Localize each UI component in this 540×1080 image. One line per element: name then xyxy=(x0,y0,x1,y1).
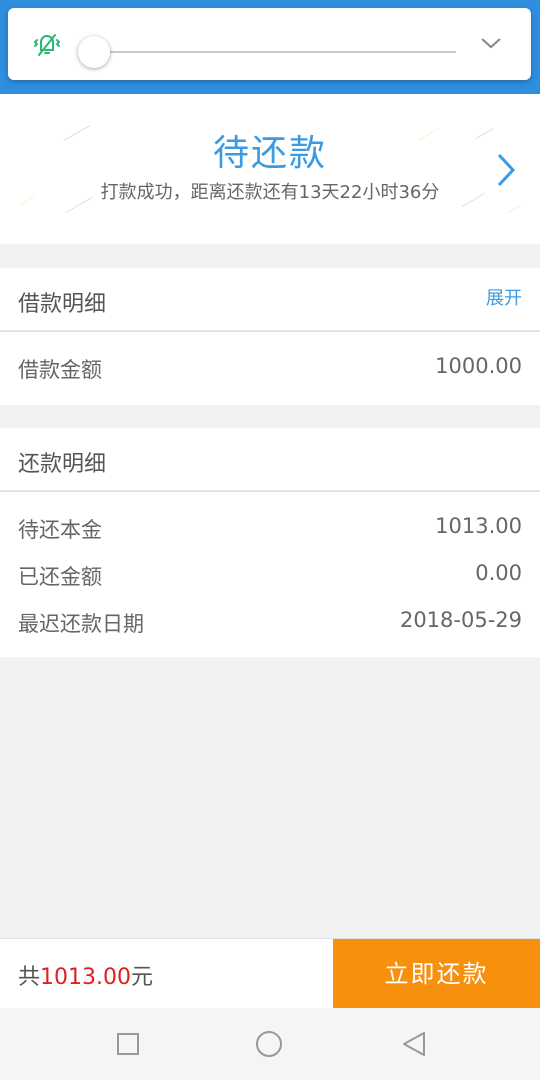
row-value: 0.00 xyxy=(475,561,522,585)
row-value: 1000.00 xyxy=(435,354,522,378)
row-value: 1013.00 xyxy=(435,514,522,538)
system-nav-bar xyxy=(0,1008,540,1080)
loan-details-title: 借款明细 xyxy=(18,292,107,317)
loan-details-card: 借款明细 展开 借款金额 1000.00 xyxy=(0,268,540,405)
chevron-down-icon[interactable] xyxy=(480,34,502,52)
loan-amount-row: 借款金额 1000.00 xyxy=(0,344,540,391)
back-icon[interactable] xyxy=(400,1030,428,1058)
home-icon[interactable] xyxy=(255,1030,283,1058)
repay-now-button[interactable]: 立即还款 xyxy=(333,939,540,1009)
volume-slider-track[interactable] xyxy=(98,51,456,53)
total-prefix: 共 xyxy=(18,965,41,990)
row-value: 2018-05-29 xyxy=(399,608,522,632)
amount-repaid-row: 已还金额 0.00 xyxy=(0,551,540,598)
recent-apps-icon[interactable] xyxy=(114,1030,142,1058)
repayment-status-panel[interactable]: 待还款 打款成功，距离还款还有13天22小时36分 xyxy=(0,94,540,244)
due-date-row: 最迟还款日期 2018-05-29 xyxy=(0,598,540,645)
principal-due-row: 待还本金 1013.00 xyxy=(0,504,540,551)
row-label: 已还金额 xyxy=(18,565,102,589)
chevron-right-icon[interactable] xyxy=(494,152,518,188)
total-amount: 共1013.00元 xyxy=(18,959,153,991)
checkout-bar: 共1013.00元 立即还款 xyxy=(0,938,540,1009)
loan-details-header: 借款明细 展开 xyxy=(0,268,540,332)
vibrate-bell-icon[interactable] xyxy=(32,30,62,58)
total-suffix: 元 xyxy=(131,965,154,990)
repayment-details-header: 还款明细 xyxy=(0,428,540,492)
row-label: 最迟还款日期 xyxy=(18,612,144,636)
row-label: 借款金额 xyxy=(18,358,102,382)
repayment-details-card: 还款明细 待还本金 1013.00 已还金额 0.00 最迟还款日期 2018-… xyxy=(0,428,540,657)
row-label: 待还本金 xyxy=(18,518,102,542)
volume-panel xyxy=(8,8,531,80)
countdown-text: 打款成功，距离还款还有13天22小时36分 xyxy=(100,182,440,203)
expand-link[interactable]: 展开 xyxy=(486,284,522,310)
volume-slider-thumb[interactable] xyxy=(78,36,110,68)
repayment-details-title: 还款明细 xyxy=(18,452,107,477)
total-amount-value: 1013.00 xyxy=(40,965,131,990)
status-title: 待还款 xyxy=(212,133,327,174)
